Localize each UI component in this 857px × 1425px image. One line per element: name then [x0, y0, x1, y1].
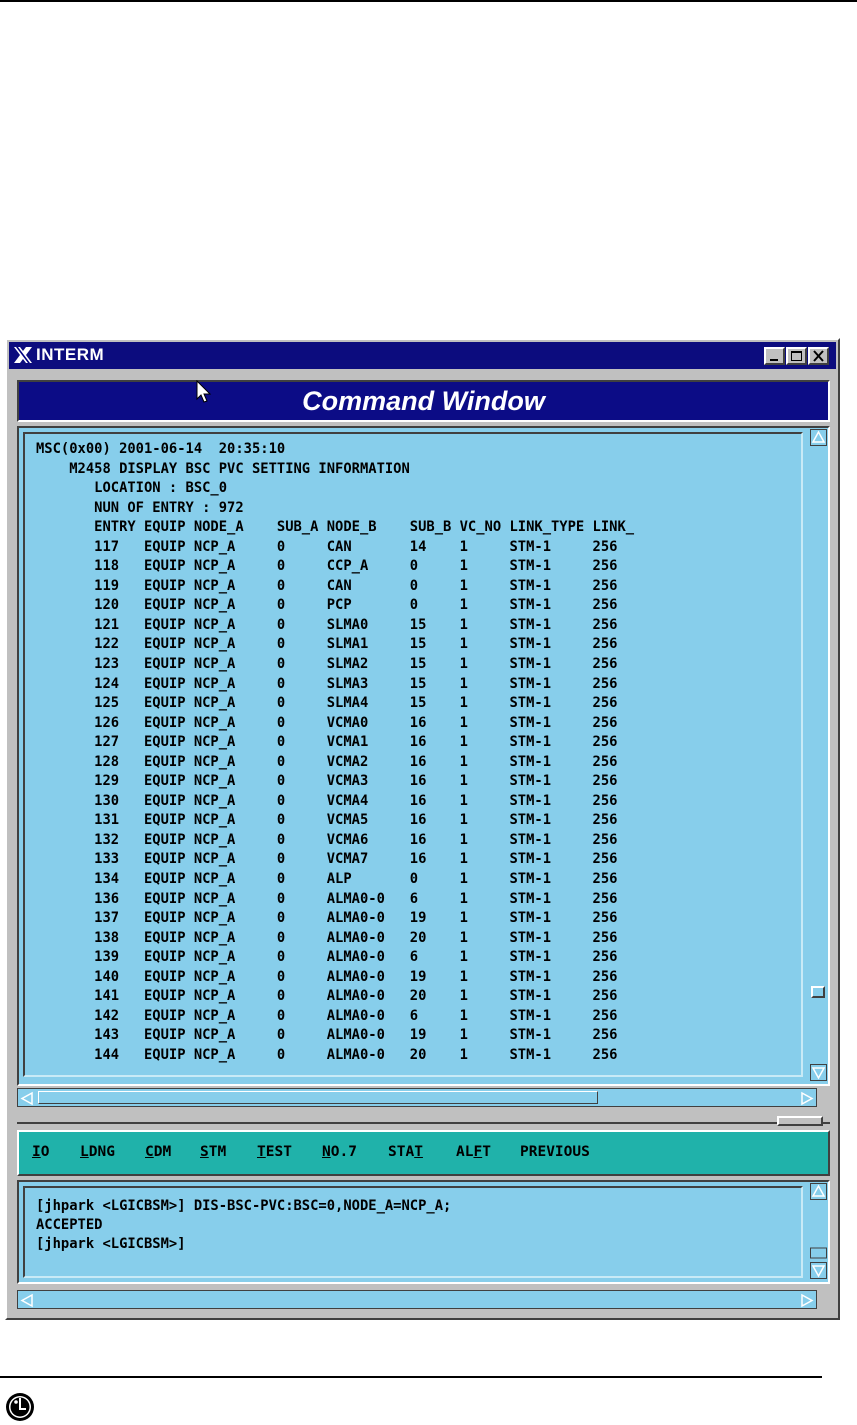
table-row: 120 EQUIP NCP_A 0 PCP 0 1 STM-1 256: [36, 597, 635, 614]
table-row: 133 EQUIP NCP_A 0 VCMA7 16 1 STM-1 256: [36, 851, 635, 868]
table-row: 118 EQUIP NCP_A 0 CCP_A 0 1 STM-1 256: [36, 558, 635, 575]
output-text-area[interactable]: MSC(0x00) 2001-06-14 20:35:10 M2458 DISP…: [23, 432, 803, 1077]
table-row: 136 EQUIP NCP_A 0 ALMA0-0 6 1 STM-1 256: [36, 890, 635, 907]
table-row: 124 EQUIP NCP_A 0 SLMA3 15 1 STM-1 256: [36, 675, 635, 692]
input-content: [jhpark <LGICBSM>] DIS-BSC-PVC:BSC=0,NOD…: [36, 1197, 801, 1254]
table-row: 131 EQUIP NCP_A 0 VCMA5 16 1 STM-1 256: [36, 812, 635, 829]
table-row: 134 EQUIP NCP_A 0 ALP 0 1 STM-1 256: [36, 871, 635, 888]
maximize-icon: [791, 351, 802, 361]
title-bar[interactable]: INTERM: [9, 342, 836, 369]
menu-stm[interactable]: STM: [200, 1144, 226, 1160]
scroll-left-icon[interactable]: [19, 1090, 36, 1107]
table-row: 122 EQUIP NCP_A 0 SLMA1 15 1 STM-1 256: [36, 636, 635, 653]
table-row: 144 EQUIP NCP_A 0 ALMA0-0 20 1 STM-1 256: [36, 1046, 635, 1063]
input-vertical-scrollbar[interactable]: [809, 1182, 828, 1282]
output-horizontal-scrollbar[interactable]: [17, 1088, 817, 1107]
pane-sash-handle[interactable]: [777, 1116, 823, 1126]
menu-previous[interactable]: PREVIOUS: [520, 1144, 590, 1160]
page-top-rule: [0, 0, 857, 2]
input-horizontal-scrollbar[interactable]: [17, 1290, 817, 1309]
table-row: 119 EQUIP NCP_A 0 CAN 0 1 STM-1 256: [36, 577, 635, 594]
command-window-header: Command Window: [17, 380, 830, 422]
output-panel: MSC(0x00) 2001-06-14 20:35:10 M2458 DISP…: [17, 426, 830, 1086]
menu-io[interactable]: IO: [32, 1144, 49, 1160]
table-row: 137 EQUIP NCP_A 0 ALMA0-0 19 1 STM-1 256: [36, 910, 635, 927]
mouse-pointer-icon: [196, 380, 212, 403]
output-vertical-scrollbar[interactable]: [809, 428, 828, 1084]
table-row: 117 EQUIP NCP_A 0 CAN 14 1 STM-1 256: [36, 538, 635, 555]
output-header-line: MSC(0x00) 2001-06-14 20:35:10: [36, 441, 286, 457]
close-button[interactable]: [808, 347, 829, 365]
lg-logo-icon: [6, 1393, 34, 1421]
scroll-up-icon[interactable]: [810, 1183, 827, 1200]
minimize-icon: [770, 359, 778, 361]
table-row: 142 EQUIP NCP_A 0 ALMA0-0 6 1 STM-1 256: [36, 1007, 635, 1024]
table-row: 126 EQUIP NCP_A 0 VCMA0 16 1 STM-1 256: [36, 714, 635, 731]
minimize-button[interactable]: [764, 347, 785, 365]
output-header-line: M2458 DISPLAY BSC PVC SETTING INFORMATIO…: [36, 460, 410, 477]
menu-cdm[interactable]: CDM: [145, 1144, 171, 1160]
table-row: 138 EQUIP NCP_A 0 ALMA0-0 20 1 STM-1 256: [36, 929, 635, 946]
table-row: 143 EQUIP NCP_A 0 ALMA0-0 19 1 STM-1 256: [36, 1027, 635, 1044]
table-row: 121 EQUIP NCP_A 0 SLMA0 15 1 STM-1 256: [36, 616, 635, 633]
scroll-thumb-icon[interactable]: [810, 1244, 827, 1261]
menu-stat[interactable]: STAT: [388, 1144, 423, 1160]
output-header-line: LOCATION : BSC_0: [36, 480, 228, 497]
input-line: [jhpark <LGICBSM>] DIS-BSC-PVC:BSC=0,NOD…: [36, 1198, 452, 1214]
x-logo-icon: [14, 347, 32, 363]
window-title: INTERM: [36, 345, 105, 364]
output-content: MSC(0x00) 2001-06-14 20:35:10 M2458 DISP…: [36, 440, 801, 1066]
input-line: ACCEPTED: [36, 1217, 103, 1233]
menu-ldng[interactable]: LDNG: [80, 1144, 115, 1160]
scroll-up-icon[interactable]: [810, 429, 827, 446]
scroll-down-icon[interactable]: [810, 1064, 827, 1081]
output-scroll-thumb[interactable]: [811, 986, 825, 998]
output-hscroll-thumb[interactable]: [38, 1091, 598, 1104]
table-row: 130 EQUIP NCP_A 0 VCMA4 16 1 STM-1 256: [36, 792, 635, 809]
table-row: 141 EQUIP NCP_A 0 ALMA0-0 20 1 STM-1 256: [36, 988, 635, 1005]
menu-no7[interactable]: NO.7: [322, 1144, 357, 1160]
table-row: 123 EQUIP NCP_A 0 SLMA2 15 1 STM-1 256: [36, 656, 635, 673]
maximize-button[interactable]: [786, 347, 807, 365]
table-row: 132 EQUIP NCP_A 0 VCMA6 16 1 STM-1 256: [36, 831, 635, 848]
input-panel: [jhpark <LGICBSM>] DIS-BSC-PVC:BSC=0,NOD…: [17, 1180, 830, 1284]
table-row: 129 EQUIP NCP_A 0 VCMA3 16 1 STM-1 256: [36, 773, 635, 790]
menu-alft[interactable]: ALFT: [456, 1144, 491, 1160]
scroll-left-icon[interactable]: [19, 1292, 36, 1309]
table-row: 140 EQUIP NCP_A 0 ALMA0-0 19 1 STM-1 256: [36, 968, 635, 985]
command-input-area[interactable]: [jhpark <LGICBSM>] DIS-BSC-PVC:BSC=0,NOD…: [23, 1186, 803, 1278]
scroll-right-icon[interactable]: [798, 1292, 815, 1309]
scroll-down-icon[interactable]: [810, 1262, 827, 1279]
interm-window: INTERM Command Window MSC(0x00) 2001-06-…: [5, 338, 840, 1320]
command-menu-bar: IO LDNG CDM STM TEST NO.7 STAT ALFT PREVIOUS: [17, 1130, 830, 1176]
scroll-right-icon[interactable]: [798, 1090, 815, 1107]
command-window-title: Command Window: [302, 386, 545, 416]
pane-divider: [17, 1122, 830, 1124]
page-bottom-rule: [0, 1376, 822, 1378]
table-row: 128 EQUIP NCP_A 0 VCMA2 16 1 STM-1 256: [36, 753, 635, 770]
table-column-headers: ENTRY EQUIP NODE_A SUB_A NODE_B SUB_B VC…: [36, 519, 635, 536]
table-row: 127 EQUIP NCP_A 0 VCMA1 16 1 STM-1 256: [36, 734, 635, 751]
input-line: [jhpark <LGICBSM>]: [36, 1236, 186, 1252]
menu-test[interactable]: TEST: [257, 1144, 292, 1160]
table-row: 139 EQUIP NCP_A 0 ALMA0-0 6 1 STM-1 256: [36, 949, 635, 966]
close-icon: [813, 350, 824, 362]
table-row: 125 EQUIP NCP_A 0 SLMA4 15 1 STM-1 256: [36, 695, 635, 712]
output-header-line: NUN OF ENTRY : 972: [36, 499, 244, 516]
